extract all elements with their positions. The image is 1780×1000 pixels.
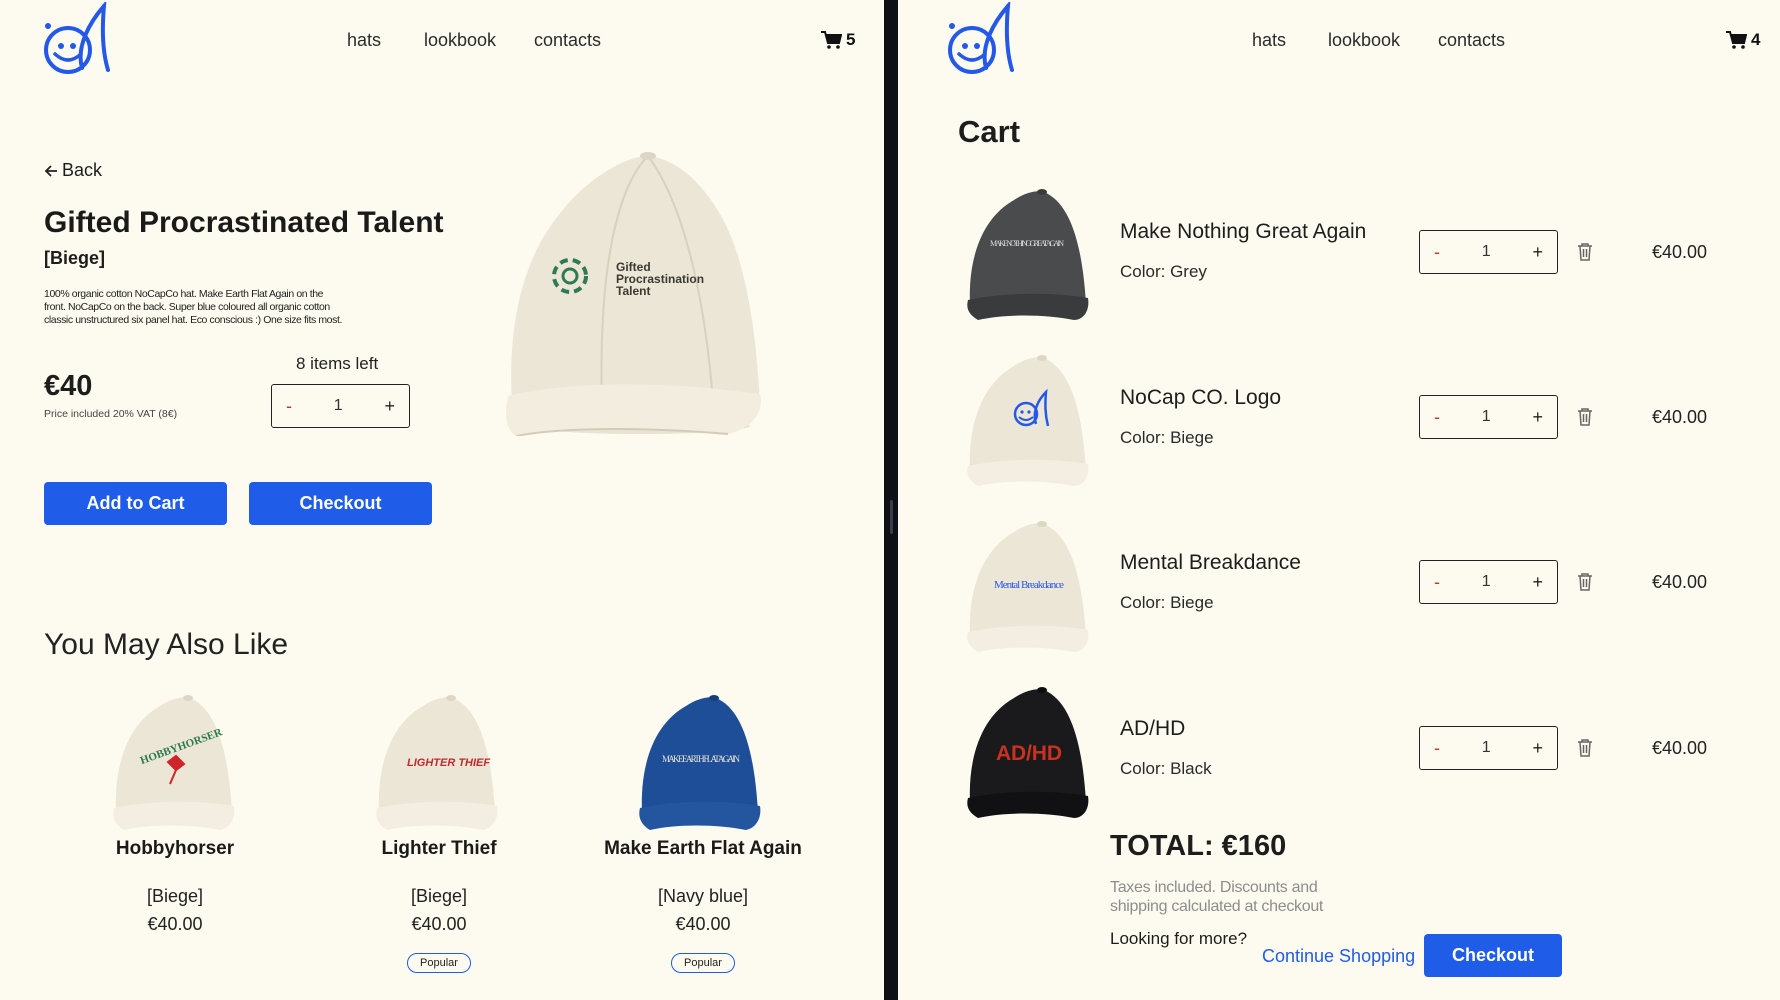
nav-lookbook[interactable]: lookbook <box>424 30 496 51</box>
checkout-button[interactable]: Checkout <box>249 482 432 525</box>
cart-count: 4 <box>1751 30 1761 49</box>
product-description: 100% organic cotton NoCapCo hat. Make Ea… <box>44 288 343 326</box>
recommendation-image[interactable]: HOBBYHORSER <box>110 684 240 830</box>
trash-icon[interactable] <box>1576 738 1594 758</box>
nav-contacts[interactable]: contacts <box>534 30 601 51</box>
quantity-value[interactable]: 1 <box>334 397 343 415</box>
cap-print: MAKE EARTH FLAT AGAIN <box>662 754 741 764</box>
quantity-value[interactable]: 1 <box>1482 408 1491 426</box>
nav-hats[interactable]: hats <box>347 30 381 51</box>
decrease-quantity-button[interactable]: - <box>286 396 292 417</box>
product-color: [Biege] <box>44 248 106 268</box>
cart-item-image[interactable]: AD/HD <box>966 678 1092 818</box>
back-label: Back <box>62 160 103 180</box>
taxes-note: Taxes included. Discounts and shipping c… <box>1110 879 1324 915</box>
cart-item-image[interactable]: MAKE NOTHING GREAT AGAIN <box>966 180 1092 320</box>
recommendation-color: [Biege] <box>146 886 204 906</box>
cart-item-color: Color: Black <box>1120 759 1212 778</box>
recommendation-color: [Navy blue] <box>657 886 749 906</box>
cap-print-line-3: Talent <box>616 284 650 298</box>
recommendation-color: [Biege] <box>410 886 468 906</box>
recommendation-price: €40.00 <box>675 914 731 934</box>
trash-icon[interactable] <box>1576 242 1594 262</box>
cart-item-color: Color: Biege <box>1120 593 1214 612</box>
cart-item-image[interactable]: Mental Breakdance <box>966 512 1092 652</box>
product-page-panel: hats lookbook contacts 5 Back Gifted Pro… <box>0 0 884 1000</box>
increase-quantity-button[interactable]: + <box>384 396 395 417</box>
popular-badge: Popular <box>407 953 471 973</box>
looking-for-more-text: Looking for more? <box>1110 929 1248 948</box>
brand-logo[interactable] <box>946 2 1016 76</box>
vat-note: Price included 20% VAT (8€) <box>44 408 178 420</box>
continue-shopping-link[interactable]: Continue Shopping <box>1262 946 1415 967</box>
decrease-quantity-button[interactable]: - <box>1434 738 1440 759</box>
back-link[interactable]: Back <box>44 160 102 181</box>
cap-print: AD/HD <box>996 742 1062 765</box>
cart-count: 5 <box>846 30 856 49</box>
recommendation-image[interactable]: MAKE EARTH FLAT AGAIN <box>636 684 766 830</box>
cart-item-name[interactable]: Make Nothing Great Again <box>1120 220 1366 244</box>
recommendation-image[interactable]: LIGHTER THIEF <box>373 684 503 830</box>
nav-contacts[interactable]: contacts <box>1438 30 1505 51</box>
product-price: €40 <box>44 370 93 402</box>
quantity-stepper: - 1 + <box>1419 395 1558 439</box>
cart-item-price: €40.00 <box>1652 242 1708 262</box>
cart-total: TOTAL: €160 <box>1110 830 1287 862</box>
increase-quantity-button[interactable]: + <box>1532 572 1543 593</box>
decrease-quantity-button[interactable]: - <box>1434 572 1440 593</box>
cart-icon <box>1726 31 1747 49</box>
increase-quantity-button[interactable]: + <box>1532 242 1543 263</box>
cart-item-name[interactable]: Mental Breakdance <box>1120 551 1301 575</box>
nav-hats[interactable]: hats <box>1252 30 1286 51</box>
cart-checkout-button[interactable]: Checkout <box>1424 934 1562 977</box>
recommendation-price: €40.00 <box>411 914 467 934</box>
cart-item-price: €40.00 <box>1652 738 1708 758</box>
decrease-quantity-button[interactable]: - <box>1434 407 1440 428</box>
trash-icon[interactable] <box>1576 407 1594 427</box>
brand-logo[interactable] <box>42 2 112 76</box>
cart-indicator[interactable]: 4 <box>1726 30 1760 50</box>
cart-item-image[interactable] <box>966 346 1092 486</box>
split-divider-handle[interactable] <box>890 500 893 534</box>
popular-badge: Popular <box>671 953 735 973</box>
add-to-cart-button[interactable]: Add to Cart <box>44 482 227 525</box>
quantity-value[interactable]: 1 <box>1482 739 1491 757</box>
cart-page-panel: hats lookbook contacts 4 Cart MAKE NOTHI… <box>898 0 1780 1000</box>
recommendation-name[interactable]: Hobbyhorser <box>60 838 290 860</box>
cart-indicator[interactable]: 5 <box>821 30 855 50</box>
cart-item-name[interactable]: NoCap CO. Logo <box>1120 386 1281 410</box>
quantity-stepper: - 1 + <box>271 384 410 428</box>
cap-print: Mental Breakdance <box>994 579 1064 591</box>
product-image[interactable]: Gifted Procrastination Talent <box>498 146 778 436</box>
nav-lookbook[interactable]: lookbook <box>1328 30 1400 51</box>
trash-icon[interactable] <box>1576 572 1594 592</box>
increase-quantity-button[interactable]: + <box>1532 407 1543 428</box>
stock-info: 8 items left <box>296 354 379 373</box>
cart-item-price: €40.00 <box>1652 572 1708 592</box>
cart-item-color: Color: Grey <box>1120 262 1207 281</box>
recommendations-heading: You May Also Like <box>44 628 289 661</box>
increase-quantity-button[interactable]: + <box>1532 738 1543 759</box>
decrease-quantity-button[interactable]: - <box>1434 242 1440 263</box>
quantity-stepper: - 1 + <box>1419 726 1558 770</box>
product-title: Gifted Procrastinated Talent <box>44 206 444 239</box>
quantity-value[interactable]: 1 <box>1482 243 1491 261</box>
cart-item-price: €40.00 <box>1652 407 1708 427</box>
cart-title: Cart <box>958 114 1021 149</box>
arrow-left-icon <box>44 164 57 177</box>
cap-print: LIGHTER THIEF <box>407 757 490 769</box>
cart-item-name[interactable]: AD/HD <box>1120 717 1185 741</box>
recommendation-name[interactable]: Lighter Thief <box>324 838 554 860</box>
recommendation-name[interactable]: Make Earth Flat Again <box>588 838 818 860</box>
quantity-stepper: - 1 + <box>1419 230 1558 274</box>
quantity-stepper: - 1 + <box>1419 560 1558 604</box>
quantity-value[interactable]: 1 <box>1482 573 1491 591</box>
cart-item-color: Color: Biege <box>1120 428 1214 447</box>
cart-icon <box>821 31 842 49</box>
recommendation-price: €40.00 <box>147 914 203 934</box>
cap-print: MAKE NOTHING GREAT AGAIN <box>990 239 1064 248</box>
